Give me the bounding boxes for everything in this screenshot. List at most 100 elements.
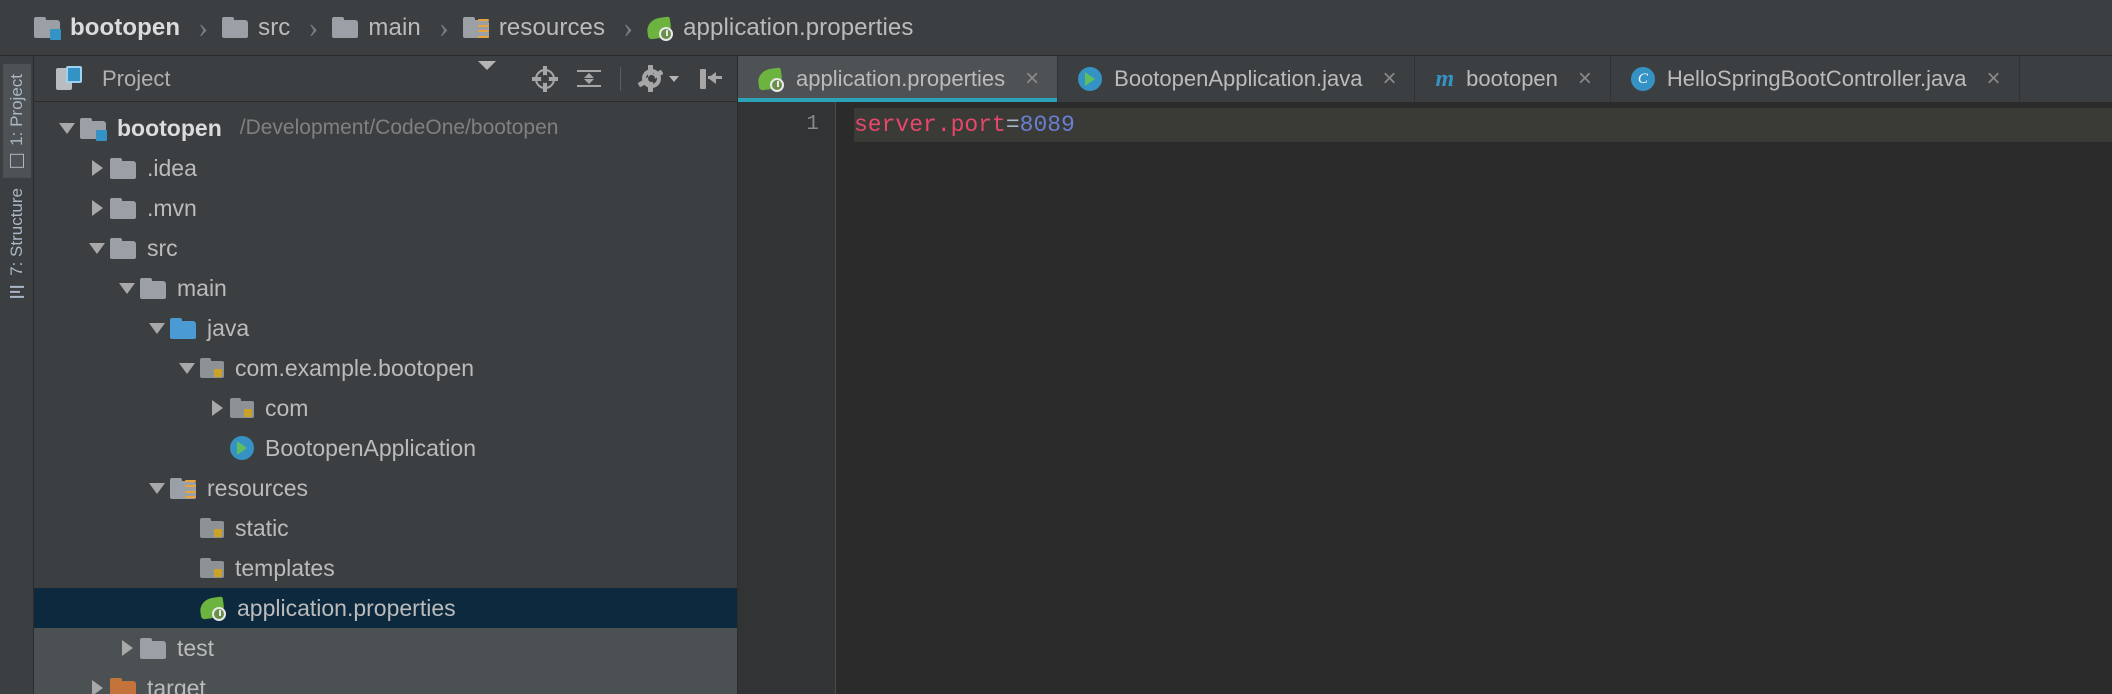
tree-item-path: /Development/CodeOne/bootopen bbox=[239, 116, 559, 139]
editor-tab-label: bootopen bbox=[1466, 66, 1558, 91]
gear-icon bbox=[637, 64, 665, 92]
collapse-all-icon[interactable] bbox=[576, 66, 602, 92]
chevron-down-icon[interactable] bbox=[84, 242, 110, 254]
sidebar-item-label: 7: Structure bbox=[6, 187, 26, 276]
chevron-right-icon[interactable] bbox=[84, 160, 110, 176]
project-icon bbox=[9, 153, 24, 168]
chevron-down-icon[interactable] bbox=[478, 60, 496, 88]
tree-row[interactable]: BootopenApplication bbox=[34, 428, 737, 468]
close-icon[interactable]: × bbox=[1987, 67, 2001, 91]
chevron-right-icon[interactable] bbox=[204, 400, 230, 416]
project-tree[interactable]: bootopen/Development/CodeOne/bootopen .id… bbox=[34, 102, 737, 694]
tree-item-label: static bbox=[235, 514, 289, 541]
class-icon: C bbox=[1630, 67, 1655, 91]
editor-tab[interactable]: BootopenApplication.java × bbox=[1058, 56, 1416, 102]
folder-icon bbox=[140, 277, 166, 299]
tree-row[interactable]: java bbox=[34, 308, 737, 348]
editor-tab[interactable]: C HelloSpringBootController.java × bbox=[1610, 56, 2020, 102]
tree-row[interactable]: bootopen/Development/CodeOne/bootopen bbox=[34, 108, 737, 148]
tree-row[interactable]: application.properties bbox=[34, 588, 737, 628]
spring-properties-icon bbox=[756, 67, 784, 92]
chevron-right-icon[interactable] bbox=[114, 640, 140, 656]
chevron-down-icon[interactable] bbox=[144, 482, 170, 494]
editor-tab-label: application.properties bbox=[796, 66, 1006, 91]
breadcrumb-separator: › bbox=[438, 10, 449, 44]
project-tool-window: Project bootopen/Development/CodeOne/boo… bbox=[34, 56, 738, 694]
tree-row[interactable]: target bbox=[34, 668, 737, 694]
breadcrumb-separator: › bbox=[308, 10, 319, 44]
tree-row[interactable]: com bbox=[34, 388, 737, 428]
gear-button[interactable] bbox=[637, 64, 679, 92]
breadcrumb-label: application.properties bbox=[683, 13, 914, 41]
breadcrumb-item-application-properties[interactable]: application.properties bbox=[645, 0, 914, 55]
tree-row[interactable]: .idea bbox=[34, 148, 737, 188]
folder-icon bbox=[222, 17, 249, 38]
tree-row[interactable]: templates bbox=[34, 548, 737, 588]
breadcrumb-item-resources[interactable]: resources bbox=[462, 0, 606, 55]
chevron-down-icon[interactable] bbox=[54, 122, 80, 134]
chevron-down-icon[interactable] bbox=[144, 322, 170, 334]
project-view-icon bbox=[56, 65, 82, 92]
package-icon bbox=[200, 557, 224, 579]
breadcrumb-separator: › bbox=[623, 10, 634, 44]
tree-item-label: .idea bbox=[147, 154, 197, 181]
spring-class-icon bbox=[1078, 67, 1103, 91]
editor-tab-strip[interactable]: application.properties × BootopenApplicati… bbox=[738, 56, 2112, 102]
spring-properties-icon bbox=[198, 596, 226, 621]
tree-item-label: main bbox=[177, 274, 227, 301]
breadcrumb: bootopen › src › main › resources › appl… bbox=[0, 0, 2112, 56]
folder-icon bbox=[110, 197, 136, 219]
property-separator: = bbox=[1005, 112, 1020, 138]
package-icon bbox=[230, 397, 254, 419]
tree-row[interactable]: main bbox=[34, 268, 737, 308]
sidebar-item-label: 1: Project bbox=[6, 74, 26, 146]
breadcrumb-label: bootopen bbox=[70, 13, 181, 41]
tree-item-label: bootopen bbox=[117, 114, 222, 141]
code-editor[interactable]: 1 server.port=8089 bbox=[738, 102, 2112, 694]
left-tool-rail: 1: Project 7: Structure bbox=[0, 56, 34, 694]
sidebar-item-structure[interactable]: 7: Structure bbox=[3, 178, 31, 308]
tree-row[interactable]: static bbox=[34, 508, 737, 548]
source-folder-icon bbox=[170, 317, 196, 339]
tree-item-label: application.properties bbox=[237, 594, 456, 621]
intellij-window: bootopen › src › main › resources › appl… bbox=[0, 0, 2112, 694]
editor-tab-label: HelloSpringBootController.java bbox=[1666, 66, 1967, 91]
breadcrumb-item-bootopen[interactable]: bootopen bbox=[34, 0, 180, 55]
tree-item-label: com.example.bootopen bbox=[235, 354, 475, 381]
tree-row[interactable]: resources bbox=[34, 468, 737, 508]
close-icon[interactable]: × bbox=[1382, 67, 1396, 91]
folder-icon bbox=[110, 157, 136, 179]
target-folder-icon bbox=[110, 677, 136, 694]
chevron-right-icon[interactable] bbox=[84, 680, 110, 694]
panel-title: Project bbox=[102, 65, 171, 91]
module-folder-icon bbox=[80, 117, 107, 141]
tree-item-label: com bbox=[265, 394, 309, 421]
line-number-gutter: 1 bbox=[738, 102, 836, 694]
editor-tab[interactable]: application.properties × bbox=[738, 56, 1059, 102]
tree-item-label: templates bbox=[235, 554, 335, 581]
code-content[interactable]: server.port=8089 bbox=[836, 102, 2112, 694]
editor-tab[interactable]: m bootopen × bbox=[1415, 56, 1611, 102]
chevron-right-icon[interactable] bbox=[84, 200, 110, 216]
tree-row[interactable]: test bbox=[34, 628, 737, 668]
breadcrumb-label: resources bbox=[498, 13, 606, 41]
close-icon[interactable]: × bbox=[1025, 67, 1039, 91]
tree-row[interactable]: .mvn bbox=[34, 188, 737, 228]
chevron-down-icon bbox=[669, 75, 679, 82]
breadcrumb-label: src bbox=[258, 13, 291, 41]
close-icon[interactable]: × bbox=[1578, 67, 1592, 91]
sidebar-item-project[interactable]: 1: Project bbox=[2, 64, 31, 178]
code-line[interactable]: server.port=8089 bbox=[854, 108, 2112, 142]
tree-item-label: test bbox=[177, 634, 215, 661]
locate-icon[interactable] bbox=[532, 65, 558, 92]
breadcrumb-item-src[interactable]: src bbox=[222, 0, 290, 55]
chevron-down-icon[interactable] bbox=[174, 362, 200, 374]
tree-row[interactable]: src bbox=[34, 228, 737, 268]
chevron-down-icon[interactable] bbox=[114, 282, 140, 294]
editor-tab-label: BootopenApplication.java bbox=[1114, 66, 1363, 91]
line-number: 1 bbox=[806, 113, 819, 136]
package-icon bbox=[200, 517, 224, 539]
breadcrumb-item-main[interactable]: main bbox=[332, 0, 421, 55]
tree-row[interactable]: com.example.bootopen bbox=[34, 348, 737, 388]
hide-icon[interactable] bbox=[697, 66, 723, 92]
